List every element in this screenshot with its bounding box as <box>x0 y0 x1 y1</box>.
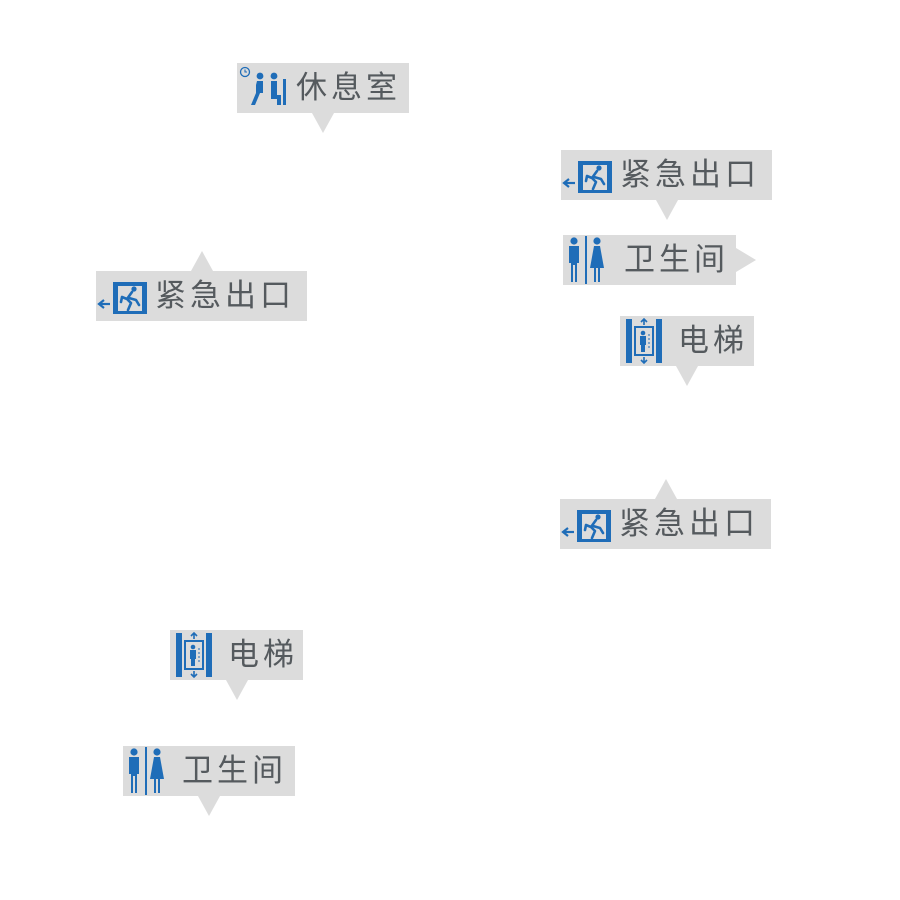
restroom-icon <box>124 746 176 796</box>
pointer-down <box>655 200 678 220</box>
sign-label: 卫生间 <box>624 242 729 278</box>
lounge-sign: 休息室 <box>237 63 409 133</box>
pointer-up <box>654 479 677 499</box>
emergency-exit-icon <box>562 155 618 195</box>
emergency-exit-sign: 紧急出口 <box>96 251 307 321</box>
sign-label: 紧急出口 <box>155 278 295 314</box>
restroom-sign: 卫生间 <box>123 746 295 816</box>
sign-label: 卫生间 <box>182 753 287 789</box>
elevator-sign: 电梯 <box>170 630 303 700</box>
elevator-icon <box>172 631 216 679</box>
restroom-sign: 卫生间 <box>563 235 756 285</box>
elevator-icon <box>622 317 666 365</box>
waiting-lounge-icon <box>238 65 290 111</box>
sign-label: 紧急出口 <box>620 157 760 193</box>
emergency-exit-icon <box>561 504 617 544</box>
pointer-down <box>198 796 220 816</box>
pointer-right <box>736 248 756 272</box>
emergency-exit-sign: 紧急出口 <box>561 150 772 220</box>
restroom-icon <box>564 235 616 285</box>
pointer-up <box>190 251 213 271</box>
sign-label: 电梯 <box>678 323 748 359</box>
pointer-down <box>225 680 248 700</box>
emergency-exit-icon <box>97 276 153 316</box>
sign-label: 休息室 <box>296 70 401 106</box>
sign-label: 紧急出口 <box>619 506 759 542</box>
emergency-exit-sign: 紧急出口 <box>560 479 771 549</box>
pointer-down <box>676 366 698 386</box>
elevator-sign: 电梯 <box>620 316 754 386</box>
sign-label: 电梯 <box>228 637 298 673</box>
pointer-down <box>312 113 334 133</box>
